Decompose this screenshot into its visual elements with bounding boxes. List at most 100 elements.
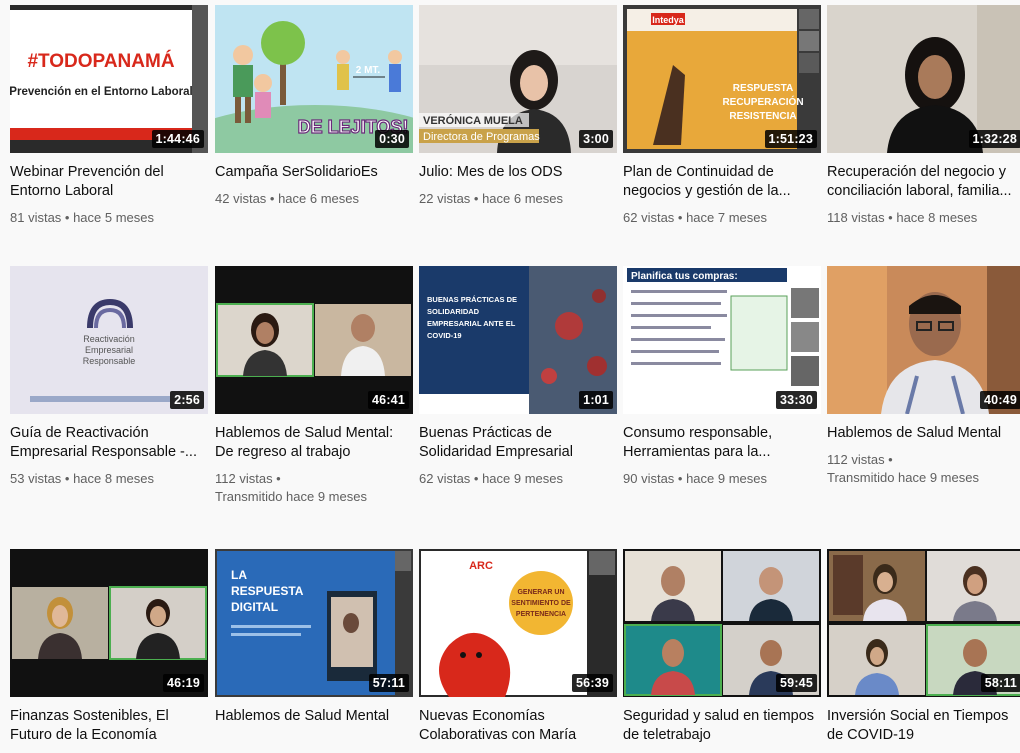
video-duration: 1:51:23 xyxy=(765,130,818,148)
video-title[interactable]: Hablemos de Salud Mental xyxy=(827,424,1020,443)
thumb-text: SOLIDARIDAD xyxy=(427,307,480,316)
video-views: 118 vistas • hace 8 meses xyxy=(827,209,1020,227)
video-duration: 56:39 xyxy=(572,674,613,692)
video-views: 42 vistas • hace 6 meses xyxy=(215,190,413,208)
video-views: 81 vistas • hace 5 meses xyxy=(10,209,208,227)
video-title[interactable]: Hablemos de Salud Mental: De regreso al … xyxy=(215,424,413,462)
video-meta: 62 vistas • hace 7 meses xyxy=(623,209,821,227)
video-duration: 46:41 xyxy=(368,391,409,409)
video-views: 62 vistas • hace 9 meses xyxy=(419,470,617,488)
thumb-text: 2 MT. xyxy=(356,65,381,76)
video-card[interactable]: 46:41 Hablemos de Salud Mental: De regre… xyxy=(215,266,413,506)
video-duration: 2:56 xyxy=(170,391,204,409)
video-card[interactable]: Intedya RESPUESTA RECUPERACIÓN RESISTENC… xyxy=(623,5,821,227)
video-meta: 81 vistas • hace 5 meses xyxy=(10,209,208,227)
thumb-text: Intedya xyxy=(652,15,685,25)
video-title[interactable]: Buenas Prácticas de Solidaridad Empresar… xyxy=(419,424,617,462)
video-title[interactable]: Seguridad y salud en tiempos de teletrab… xyxy=(623,707,821,745)
video-grid: #TODOPANAMÁ Prevención en el Entorno Lab… xyxy=(0,0,1020,733)
thumb-text: VERÓNICA MUELA xyxy=(423,114,523,127)
video-duration: 59:45 xyxy=(776,674,817,692)
video-thumbnail[interactable]: 46:19 xyxy=(10,549,208,697)
video-date: Transmitido hace 9 meses xyxy=(827,469,1020,487)
video-duration: 0:30 xyxy=(375,130,409,148)
video-thumbnail[interactable]: 59:45 xyxy=(623,549,821,697)
video-thumbnail[interactable]: 40:49 xyxy=(827,266,1020,414)
video-title[interactable]: Nuevas Economías Colaborativas con María xyxy=(419,707,617,745)
video-meta: 118 vistas • hace 8 meses xyxy=(827,209,1020,227)
thumb-text: DIGITAL xyxy=(231,600,278,614)
video-thumbnail[interactable]: 2 MT. DE LEJITOS! 0:30 xyxy=(215,5,413,153)
thumb-text: GENERAR UN xyxy=(517,589,564,596)
video-meta: 112 vistas • Transmitido hace 9 meses xyxy=(215,470,413,506)
video-card[interactable]: 40:49 Hablemos de Salud Mental 112 vista… xyxy=(827,266,1020,487)
video-views: 112 vistas • xyxy=(827,451,1020,469)
video-views: 62 vistas • hace 7 meses xyxy=(623,209,821,227)
video-duration: 1:32:28 xyxy=(969,130,1020,148)
video-card[interactable]: ARC GENERAR UN SENTIMIENTO DE PERTENENCI… xyxy=(419,549,617,753)
video-duration: 40:49 xyxy=(980,391,1020,409)
thumb-text: RESPUESTA xyxy=(733,83,793,94)
video-card[interactable]: 46:19 Finanzas Sostenibles, El Futuro de… xyxy=(10,549,208,753)
video-title[interactable]: Webinar Prevención del Entorno Laboral xyxy=(10,163,208,201)
video-title[interactable]: Hablemos de Salud Mental xyxy=(215,707,413,726)
video-card[interactable]: LA RESPUESTA DIGITAL 57:11 Hablemos de S… xyxy=(215,549,413,734)
video-date: Transmitido hace 9 meses xyxy=(215,488,413,506)
thumb-text: SENTIMIENTO DE xyxy=(511,600,571,607)
thumb-text: Empresarial xyxy=(85,345,133,355)
video-title[interactable]: Julio: Mes de los ODS xyxy=(419,163,617,182)
video-card[interactable]: 1:32:28 Recuperación del negocio y conci… xyxy=(827,5,1020,227)
video-thumbnail[interactable]: Planifica tus compras: 33:30 xyxy=(623,266,821,414)
thumb-text: Responsable xyxy=(83,356,136,366)
video-card[interactable]: BUENAS PRÁCTICAS DE SOLIDARIDAD EMPRESAR… xyxy=(419,266,617,488)
video-thumbnail[interactable]: BUENAS PRÁCTICAS DE SOLIDARIDAD EMPRESAR… xyxy=(419,266,617,414)
video-card[interactable]: Reactivación Empresarial Responsable 2:5… xyxy=(10,266,208,488)
video-meta: 90 vistas • hace 9 meses xyxy=(623,470,821,488)
thumb-text: Planifica tus compras: xyxy=(631,271,738,282)
video-card[interactable]: VERÓNICA MUELA Directora de Programas 3:… xyxy=(419,5,617,208)
thumb-text: Prevención en el Entorno Laboral xyxy=(10,86,193,98)
video-meta: 42 vistas • hace 6 meses xyxy=(215,190,413,208)
video-duration: 33:30 xyxy=(776,391,817,409)
video-duration: 3:00 xyxy=(579,130,613,148)
video-card[interactable]: 59:45 Seguridad y salud en tiempos de te… xyxy=(623,549,821,753)
thumb-text: #TODOPANAMÁ xyxy=(27,50,174,72)
video-thumbnail[interactable]: VERÓNICA MUELA Directora de Programas 3:… xyxy=(419,5,617,153)
video-duration: 1:01 xyxy=(579,391,613,409)
video-thumbnail[interactable]: #TODOPANAMÁ Prevención en el Entorno Lab… xyxy=(10,5,208,153)
thumb-text: PERTENENCIA xyxy=(516,611,566,618)
thumb-text: COVID-19 xyxy=(427,331,462,340)
video-title[interactable]: Guía de Reactivación Empresarial Respons… xyxy=(10,424,208,462)
video-thumbnail[interactable]: ARC GENERAR UN SENTIMIENTO DE PERTENENCI… xyxy=(419,549,617,697)
video-thumbnail[interactable]: 58:11 xyxy=(827,549,1020,697)
video-thumbnail[interactable]: 1:32:28 xyxy=(827,5,1020,153)
video-card[interactable]: 58:11 Inversión Social en Tiempos de COV… xyxy=(827,549,1020,753)
thumb-text: RESPUESTA xyxy=(231,584,304,598)
thumb-text: Reactivación xyxy=(83,334,135,344)
video-title[interactable]: Plan de Continuidad de negocios y gestió… xyxy=(623,163,821,201)
video-thumbnail[interactable]: Intedya RESPUESTA RECUPERACIÓN RESISTENC… xyxy=(623,5,821,153)
video-title[interactable]: Recuperación del negocio y conciliación … xyxy=(827,163,1020,201)
thumb-text: LA xyxy=(231,568,247,582)
video-duration: 58:11 xyxy=(981,674,1020,692)
video-views: 90 vistas • hace 9 meses xyxy=(623,470,821,488)
video-title[interactable]: Finanzas Sostenibles, El Futuro de la Ec… xyxy=(10,707,208,745)
video-views: 22 vistas • hace 6 meses xyxy=(419,190,617,208)
thumb-text: Directora de Programas xyxy=(423,131,540,143)
video-card[interactable]: #TODOPANAMÁ Prevención en el Entorno Lab… xyxy=(10,5,208,227)
video-meta: 22 vistas • hace 6 meses xyxy=(419,190,617,208)
video-views: 112 vistas • xyxy=(215,470,413,488)
video-duration: 46:19 xyxy=(163,674,204,692)
video-thumbnail[interactable]: Reactivación Empresarial Responsable 2:5… xyxy=(10,266,208,414)
video-thumbnail[interactable]: 46:41 xyxy=(215,266,413,414)
video-title[interactable]: Campaña SerSolidarioEs xyxy=(215,163,413,182)
video-duration: 1:44:46 xyxy=(152,130,205,148)
thumb-text: BUENAS PRÁCTICAS DE xyxy=(427,295,517,304)
svg-text:ARC: ARC xyxy=(469,560,493,572)
video-title[interactable]: Inversión Social en Tiempos de COVID-19 xyxy=(827,707,1020,745)
video-meta: 53 vistas • hace 8 meses xyxy=(10,470,208,488)
video-card[interactable]: 2 MT. DE LEJITOS! 0:30 Campaña SerSolida… xyxy=(215,5,413,208)
video-title[interactable]: Consumo responsable, Herramientas para l… xyxy=(623,424,821,462)
video-card[interactable]: Planifica tus compras: 33:30 Consumo res… xyxy=(623,266,821,488)
video-thumbnail[interactable]: LA RESPUESTA DIGITAL 57:11 xyxy=(215,549,413,697)
